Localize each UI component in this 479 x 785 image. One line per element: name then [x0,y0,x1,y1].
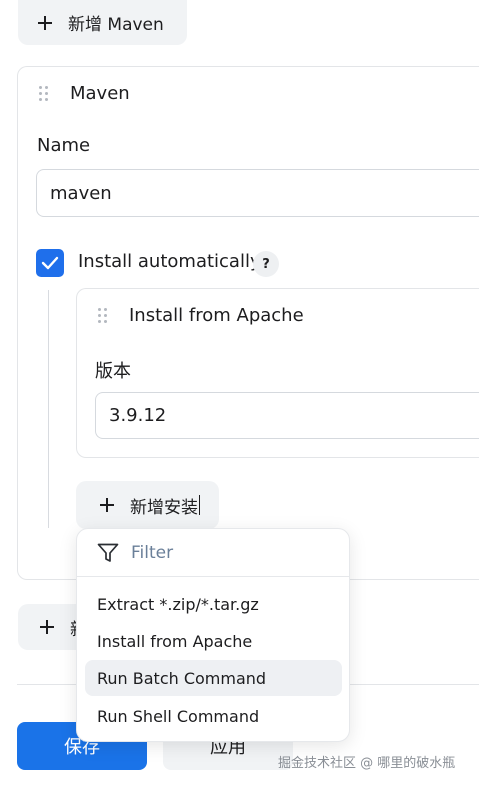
menu-item-install-from-apache[interactable]: Install from Apache [85,623,342,659]
installer-card-title: Install from Apache [129,305,304,326]
plus-icon [40,620,54,634]
add-maven-label: 新增 Maven [68,15,164,35]
drag-handle-icon[interactable] [98,308,108,324]
text-cursor [199,495,200,515]
menu-item-run-shell-command[interactable]: Run Shell Command [85,698,342,734]
add-maven-button[interactable]: 新增 Maven [18,0,187,45]
checkmark-icon [41,256,59,270]
question-icon[interactable]: ? [253,251,279,277]
watermark-text: 掘金技术社区 @ 哪里的破水瓶 [278,756,456,771]
installer-tree-line [48,290,49,528]
version-input[interactable]: 3.9.12 [95,392,479,439]
add-installer-button[interactable]: 新增安装 [76,481,219,529]
install-automatically-checkbox[interactable] [36,249,64,277]
name-label: Name [37,135,91,156]
plus-icon [38,15,52,30]
add-installer-label: 新增安装 [130,497,198,518]
filter-placeholder: Filter [131,542,174,563]
menu-item-run-batch-command[interactable]: Run Batch Command [85,660,342,696]
version-input-value: 3.9.12 [109,405,167,426]
version-label: 版本 [95,361,131,382]
menu-item-extract[interactable]: Extract *.zip/*.tar.gz [85,586,342,622]
name-input[interactable]: maven [36,169,479,217]
filter-input[interactable]: Filter [77,529,349,577]
drag-handle-icon[interactable] [39,86,49,102]
install-automatically-label: Install automatically [78,251,261,272]
maven-card-title: Maven [70,83,130,104]
filter-funnel-icon [97,543,119,562]
installer-type-dropdown: Filter Extract *.zip/*.tar.gz Install fr… [76,528,350,742]
plus-icon [100,498,114,512]
name-input-value: maven [50,182,112,204]
